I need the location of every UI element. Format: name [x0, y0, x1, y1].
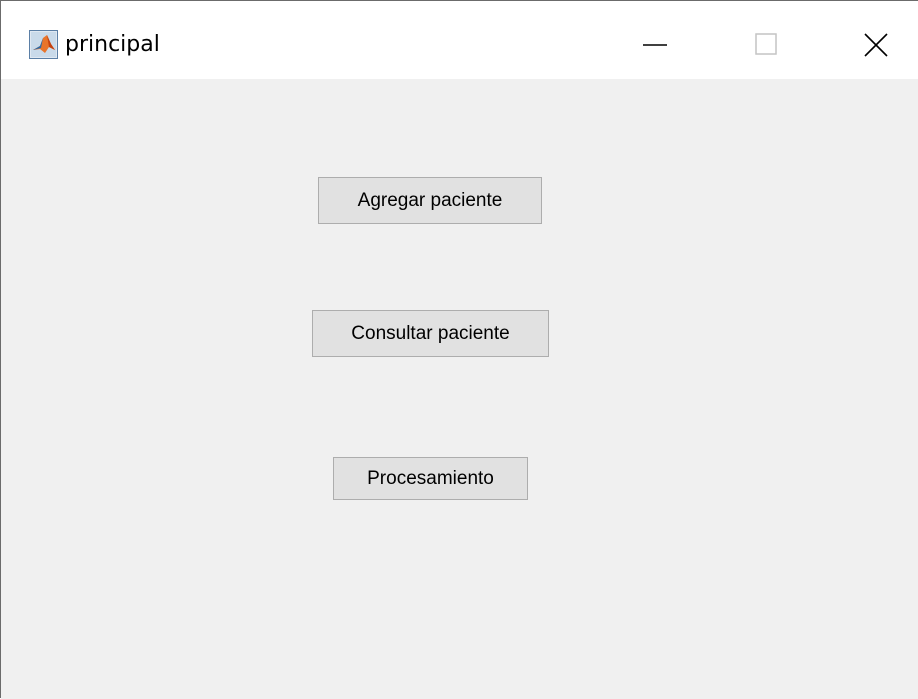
agregar-paciente-button[interactable]: Agregar paciente — [318, 177, 542, 224]
maximize-button[interactable] — [728, 1, 798, 79]
title-bar[interactable]: principal — [1, 1, 918, 79]
consultar-paciente-button[interactable]: Consultar paciente — [312, 310, 549, 357]
minimize-button[interactable] — [621, 1, 691, 79]
app-window: principal Agregar paciente Consultar pac… — [0, 0, 918, 699]
close-button[interactable] — [841, 1, 911, 79]
figure-client-area: Agregar paciente Consultar paciente Proc… — [1, 79, 918, 699]
close-icon — [864, 33, 888, 57]
window-title: principal — [65, 32, 160, 57]
procesamiento-button[interactable]: Procesamiento — [333, 457, 528, 500]
minimize-icon — [643, 44, 667, 46]
matlab-icon[interactable] — [29, 30, 58, 59]
maximize-icon — [755, 33, 777, 55]
